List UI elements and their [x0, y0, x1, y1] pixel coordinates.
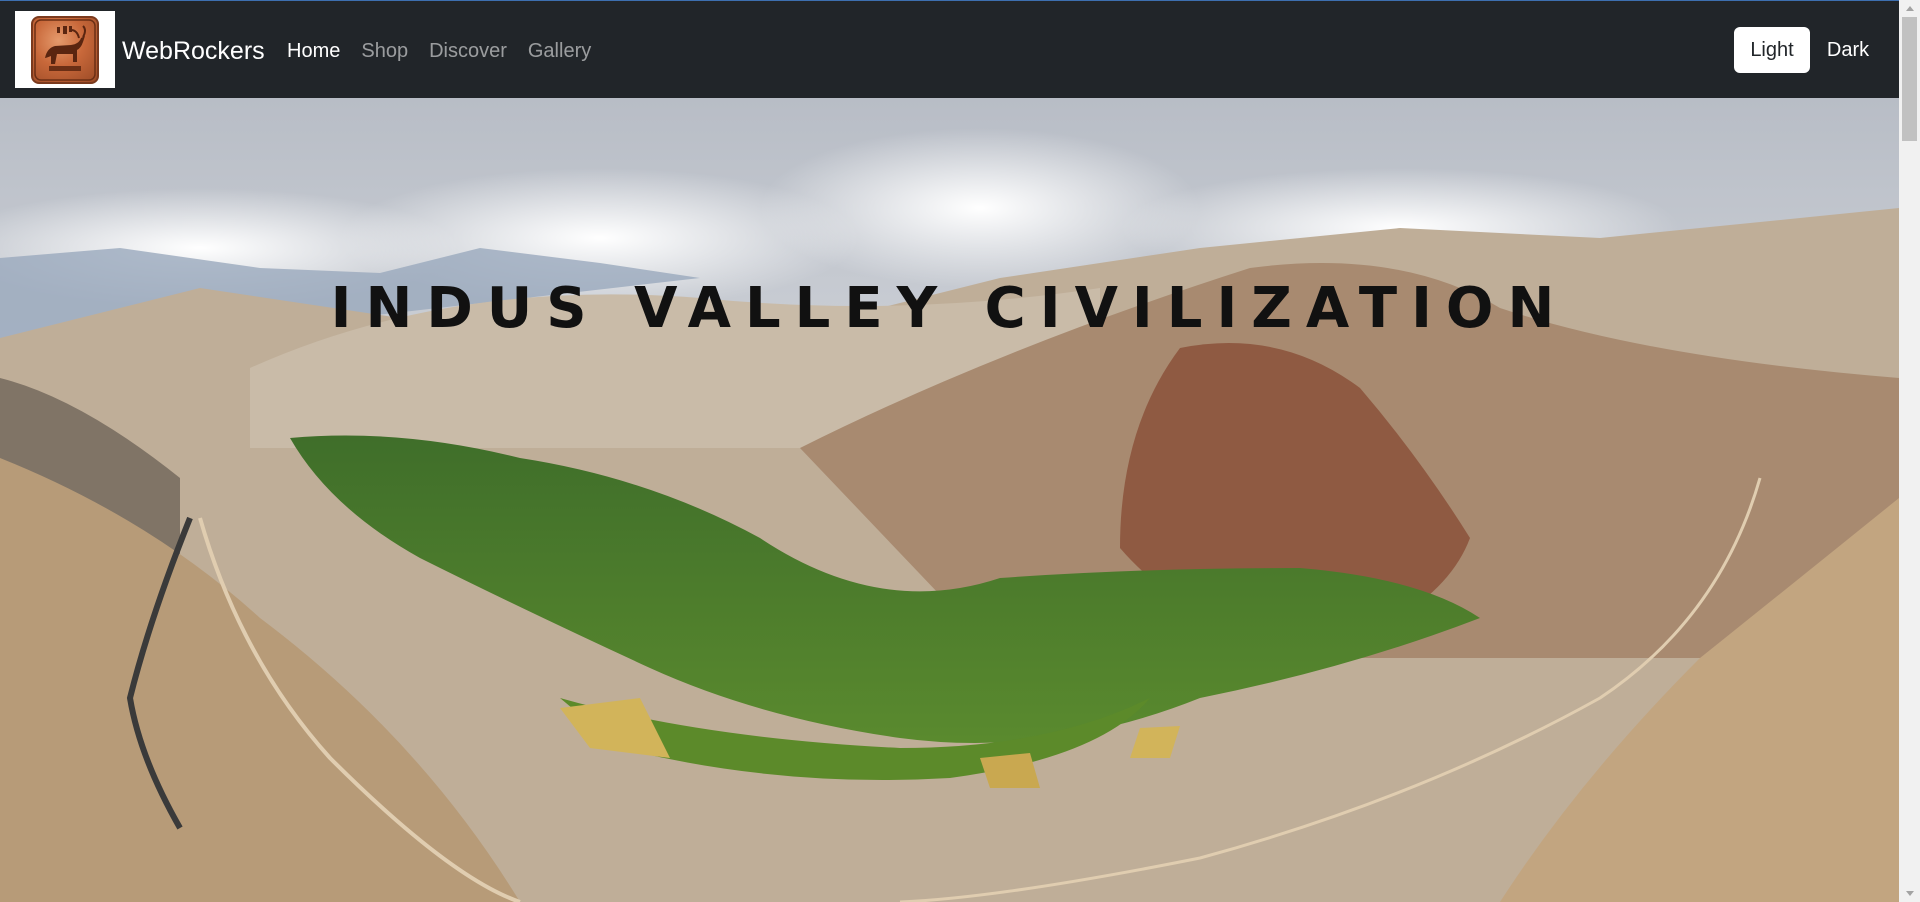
nav-link-shop[interactable]: Shop	[361, 38, 408, 64]
scroll-down-arrow-icon[interactable]	[1899, 885, 1920, 902]
dark-theme-button[interactable]: Dark	[1817, 27, 1879, 73]
valley-landscape-image	[0, 98, 1899, 902]
light-theme-button[interactable]: Light	[1734, 27, 1810, 73]
nav-link-discover[interactable]: Discover	[429, 38, 507, 64]
brand-logo[interactable]	[15, 11, 115, 88]
scroll-up-arrow-icon[interactable]	[1899, 0, 1920, 17]
nav-link-home[interactable]: Home	[287, 38, 340, 64]
scrollbar-thumb[interactable]	[1902, 17, 1917, 141]
bull-seal-icon	[31, 15, 99, 84]
brand-name[interactable]: WebRockers	[122, 36, 265, 66]
navbar: WebRockers Home Shop Discover Gallery Li…	[0, 1, 1899, 98]
hero-title: INDUS VALLEY CIVILIZATION	[330, 276, 1569, 341]
hero-banner: INDUS VALLEY CIVILIZATION	[0, 98, 1899, 902]
nav-links: Home Shop Discover Gallery	[287, 38, 612, 64]
nav-link-gallery[interactable]: Gallery	[528, 38, 591, 64]
page-scrollbar[interactable]	[1899, 0, 1920, 902]
